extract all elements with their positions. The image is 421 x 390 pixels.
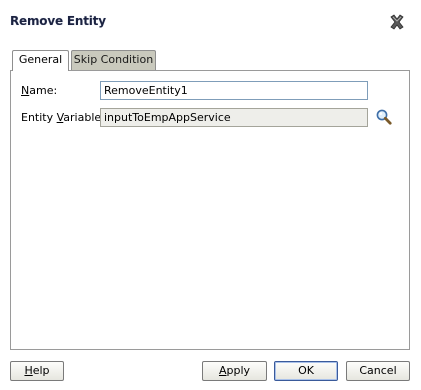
- cancel-button[interactable]: Cancel: [346, 361, 410, 381]
- search-icon[interactable]: [375, 108, 393, 126]
- ok-button[interactable]: OK: [274, 361, 338, 381]
- help-button-mnemonic: H: [24, 364, 33, 377]
- tab-skip-condition-label: Skip Condition: [73, 53, 154, 66]
- dialog-title-bar: Remove Entity: [0, 0, 421, 44]
- name-label: Name:: [21, 84, 57, 98]
- dialog-title: Remove Entity: [10, 14, 106, 28]
- entity-variable-label-rest: ariable:: [63, 111, 105, 124]
- ok-button-label: OK: [298, 364, 314, 377]
- cancel-button-label: Cancel: [359, 364, 397, 377]
- apply-button-rest: pply: [226, 364, 251, 377]
- apply-button[interactable]: Apply: [202, 361, 267, 381]
- remove-entity-dialog: Remove Entity General Skip Condition Nam…: [0, 0, 421, 390]
- apply-button-mnemonic: A: [218, 364, 227, 377]
- entity-variable-label: Entity Variable:: [21, 111, 105, 125]
- name-input[interactable]: [100, 81, 368, 100]
- tab-general[interactable]: General: [12, 50, 69, 71]
- close-icon[interactable]: [388, 13, 406, 31]
- name-label-rest: ame:: [29, 84, 58, 97]
- tab-general-label: General: [18, 53, 63, 66]
- name-label-mnemonic: N: [21, 84, 30, 97]
- tab-skip-condition[interactable]: Skip Condition: [71, 50, 156, 70]
- help-button-rest: elp: [32, 364, 50, 377]
- entity-variable-field[interactable]: [100, 108, 368, 127]
- entity-variable-label-prefix: Entity: [21, 111, 57, 124]
- help-button[interactable]: Help: [10, 361, 64, 381]
